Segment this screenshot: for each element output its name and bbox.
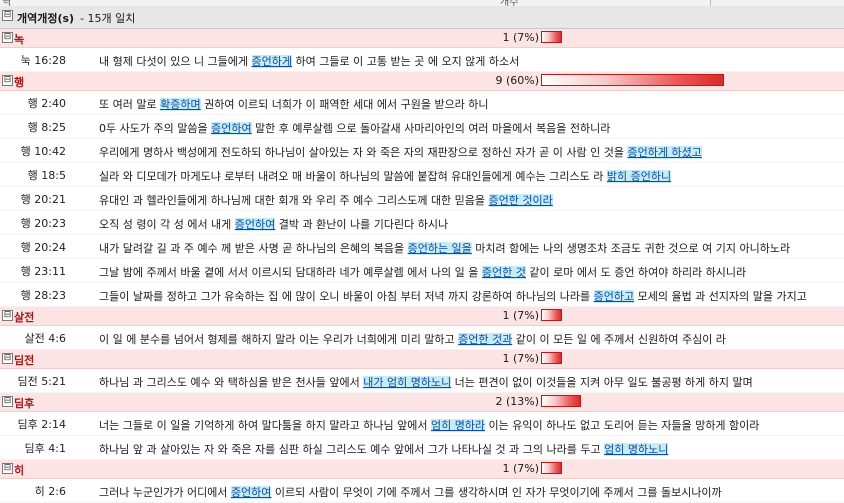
result-header: ⊟ 개역개정(s) - 15개 일치	[0, 6, 844, 29]
verse-reference[interactable]: 행 20:21	[0, 191, 66, 207]
verse-row[interactable]: 행 18:5 실라 와 디모데가 마게도냐 로부터 내려오 매 바울이 하나님의 …	[0, 163, 844, 187]
search-match-highlight[interactable]: 증언하여	[234, 218, 276, 231]
verse-row[interactable]: 살전 4:6 이 일 에 분수를 넘어서 형제를 해하지 말라 이는 우리가 너희…	[0, 326, 844, 350]
match-percent-bar	[541, 31, 562, 43]
verse-text: 내가 달려갈 길 과 주 예수 께 받은 사명 곧 하나님의 은혜의 복음을 증…	[99, 242, 791, 255]
book-name: 행	[14, 76, 25, 89]
verse-reference[interactable]: 행 20:23	[0, 215, 66, 231]
book-name: 딤전	[14, 354, 35, 367]
verse-reference[interactable]: 행 10:42	[0, 143, 66, 159]
match-percent-bar	[541, 395, 581, 407]
verse-reference[interactable]: 행 23:11	[0, 263, 66, 279]
book-group-row[interactable]: ⊟ 살전 1 (7%)	[0, 307, 844, 326]
book-group-row[interactable]: ⊟ 히 1 (7%)	[0, 460, 844, 479]
search-match-highlight[interactable]: 증언하고	[593, 290, 635, 303]
verse-text: 너는 그들로 이 일을 기억하게 하여 말다툼을 하지 말라고 하나님 앞에서 …	[99, 419, 760, 432]
verse-text: 실라 와 디모데가 마게도냐 로부터 내려오 매 바울이 하나님의 말씀에 붙잡…	[99, 170, 672, 183]
verse-text: 우리에게 명하사 백성에게 전도하되 하나님이 살아있는 자 와 죽은 자의 재…	[99, 146, 702, 159]
verse-text: 오직 성 령이 각 성 에서 내게 증언하여 결박 과 환난이 나를 기다린다 …	[99, 218, 449, 231]
book-group-row[interactable]: ⊟ 딤전 1 (7%)	[0, 350, 844, 369]
verse-reference[interactable]: 행 18:5	[0, 167, 66, 183]
search-match-highlight[interactable]: 증언하는 일을	[407, 242, 472, 255]
match-count: - 15개 일치	[80, 12, 136, 25]
verse-row[interactable]: 딤전 5:21 하나님 과 그리스도 예수 와 택하심을 받은 천사들 앞에서 내…	[0, 369, 844, 393]
verse-row[interactable]: 히 2:6 그러나 누군인가가 어디에서 증언하여 이르되 사람이 무엇이 기에 …	[0, 479, 844, 503]
verse-reference[interactable]: 행 2:40	[0, 95, 66, 111]
book-group-row[interactable]: ⊟ 행 9 (60%)	[0, 72, 844, 91]
search-match-highlight[interactable]: 증언하여	[230, 486, 272, 499]
verse-text: 0두 사도가 주의 말씀을 증언하여 말한 후 예루살렘 으로 돌아갈새 사마리…	[99, 122, 611, 135]
collapse-toggle-icon[interactable]: ⊟	[2, 396, 13, 407]
verse-text: 또 여러 말로 확증하며 권하여 이르되 너희가 이 패역한 세대 에서 구원을…	[99, 98, 489, 111]
verse-row[interactable]: 딤후 2:14 너는 그들로 이 일을 기억하게 하여 말다툼을 하지 말라고 하…	[0, 412, 844, 436]
match-percent-bar	[541, 74, 724, 86]
verse-reference[interactable]: 눅 16:28	[0, 52, 66, 68]
search-match-highlight[interactable]: 엄히 명하라	[430, 419, 486, 432]
book-group-row[interactable]: ⊟ 녹 1 (7%)	[0, 29, 844, 48]
match-percent-bar	[541, 462, 562, 474]
search-match-highlight[interactable]: 밝히 증언하니	[606, 170, 672, 183]
verse-row[interactable]: 행 20:24 내가 달려갈 길 과 주 예수 께 받은 사명 곧 하나님의 은혜…	[0, 235, 844, 259]
verse-reference[interactable]: 딤후 4:1	[0, 440, 66, 456]
verse-text: 유대인 과 헬라인들에게 하나님께 대한 회개 와 우리 주 예수 그리스도께 …	[99, 194, 553, 207]
book-match-count: 2 (13%)	[495, 395, 539, 408]
search-match-highlight[interactable]: 확증하며	[160, 98, 201, 111]
book-match-count: 1 (7%)	[502, 31, 539, 44]
collapse-toggle-icon[interactable]: ⊟	[2, 75, 13, 86]
verse-text: 이 일 에 분수를 넘어서 형제를 해하지 말라 이는 우리가 너희에게 미리 …	[99, 333, 726, 346]
book-match-count: 1 (7%)	[502, 462, 539, 475]
verse-reference[interactable]: 살전 4:6	[0, 330, 66, 346]
collapse-toggle-icon[interactable]: ⊟	[2, 310, 13, 321]
verse-row[interactable]: 행 20:23 오직 성 령이 각 성 에서 내게 증언하여 결박 과 환난이 나…	[0, 211, 844, 235]
verse-row[interactable]: 행 2:40 또 여러 말로 확증하며 권하여 이르되 너희가 이 패역한 세대 …	[0, 91, 844, 115]
verse-text: 그러나 누군인가가 어디에서 증언하여 이르되 사람이 무엇이 기에 주께서 그…	[99, 486, 722, 499]
search-match-highlight[interactable]: 증언한 것	[481, 266, 526, 279]
match-percent-bar	[541, 309, 562, 321]
search-match-highlight[interactable]: 내가 엄히 명하노니	[363, 376, 452, 389]
verse-row[interactable]: 행 23:11 그날 밤에 주께서 바울 곁에 서서 이르시되 담대하라 네가 예…	[0, 259, 844, 283]
book-name: 딤후	[14, 397, 35, 410]
search-match-highlight[interactable]: 증언하게	[251, 55, 293, 68]
translation-name: 개역개정(s)	[17, 12, 75, 25]
book-match-count: 1 (7%)	[502, 352, 539, 365]
search-match-highlight[interactable]: 엄히 명하노니	[604, 443, 669, 456]
verse-row[interactable]: 행 8:25 0두 사도가 주의 말씀을 증언하여 말한 후 예루살렘 으로 돌아…	[0, 115, 844, 139]
verse-row[interactable]: 딤후 4:1 하나님 앞 과 살아있는 자 와 죽은 자를 심판 하실 그리스도 …	[0, 436, 844, 460]
collapse-toggle-icon[interactable]: ⊟	[2, 32, 13, 43]
book-match-count: 9 (60%)	[495, 74, 539, 87]
search-match-highlight[interactable]: 증언하여	[211, 122, 252, 135]
verse-reference[interactable]: 딤후 2:14	[0, 416, 66, 432]
verse-row[interactable]: 눅 16:28 내 형제 다섯이 있으 니 그들에게 증언하게 하여 그들로 이 …	[0, 48, 844, 72]
verse-reference[interactable]: 딤전 5:21	[0, 373, 66, 389]
match-percent-bar	[541, 352, 562, 364]
book-match-count: 1 (7%)	[502, 309, 539, 322]
search-match-highlight[interactable]: 증언하게 하셨고	[627, 146, 702, 159]
verse-text: 그들이 날짜를 정하고 그가 유숙하는 집 에 많이 오니 바울이 아침 부터 …	[99, 290, 807, 303]
verse-text: 하나님 과 그리스도 예수 와 택하심을 받은 천사들 앞에서 내가 엄히 명하…	[99, 376, 753, 389]
translation-title: 개역개정(s) - 15개 일치	[17, 10, 135, 26]
search-results-list: ⊟ 녹 1 (7%) 눅 16:28 내 형제 다섯이 있으 니 그들에게 증언하게 하…	[0, 29, 844, 503]
verse-reference[interactable]: 행 28:23	[0, 287, 66, 303]
collapse-toggle-icon[interactable]: ⊟	[2, 10, 13, 21]
verse-reference[interactable]: 행 8:25	[0, 119, 66, 135]
verse-row[interactable]: 행 10:42 우리에게 명하사 백성에게 전도하되 하나님이 살아있는 자 와 …	[0, 139, 844, 163]
collapse-toggle-icon[interactable]: ⊟	[2, 353, 13, 364]
verse-text: 내 형제 다섯이 있으 니 그들에게 증언하게 하여 그들로 이 고통 받는 곳…	[99, 55, 520, 68]
book-group-row[interactable]: ⊟ 딤후 2 (13%)	[0, 393, 844, 412]
search-match-highlight[interactable]: 증언한 것과	[458, 333, 513, 346]
verse-row[interactable]: 행 20:21 유대인 과 헬라인들에게 하나님께 대한 회개 와 우리 주 예수…	[0, 187, 844, 211]
verse-row[interactable]: 행 28:23 그들이 날짜를 정하고 그가 유숙하는 집 에 많이 오니 바울이…	[0, 283, 844, 307]
verse-reference[interactable]: 히 2:6	[0, 483, 66, 499]
collapse-toggle-icon[interactable]: ⊟	[2, 463, 13, 474]
verse-reference[interactable]: 행 20:24	[0, 239, 66, 255]
verse-text: 그날 밤에 주께서 바울 곁에 서서 이르시되 담대하라 네가 예루살렘 에서 …	[99, 266, 747, 279]
book-name: 살전	[14, 311, 35, 324]
verse-text: 하나님 앞 과 살아있는 자 와 죽은 자를 심판 하실 그리스도 예수 앞에서…	[99, 443, 669, 456]
book-name: 녹	[14, 33, 25, 46]
search-match-highlight[interactable]: 증언한 것이라	[488, 194, 553, 207]
